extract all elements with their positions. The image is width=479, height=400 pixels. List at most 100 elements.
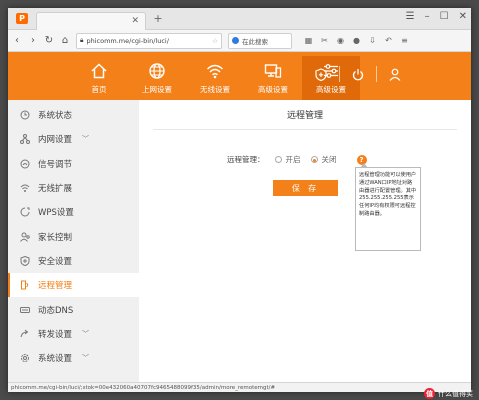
sidebar-item-forward[interactable]: 转发设置 ﹀ bbox=[8, 322, 139, 346]
security-icon bbox=[20, 255, 30, 266]
wifi-icon bbox=[206, 62, 224, 80]
remote-icon bbox=[20, 280, 30, 290]
wps-icon bbox=[20, 207, 30, 217]
chevron-down-icon[interactable]: ﹀ bbox=[82, 329, 89, 339]
address-bar[interactable]: 🔒︎ phicomm.me/cgi-bin/luci/ ☆ bbox=[76, 32, 222, 49]
sidebar-item-parental[interactable]: 家长控制 bbox=[8, 224, 139, 248]
nav-devices[interactable]: 高级设置 bbox=[244, 56, 302, 100]
sidebar-item-wps[interactable]: WPS设置 bbox=[8, 200, 139, 224]
chat-icon[interactable]: ● bbox=[352, 36, 361, 45]
download-icon[interactable]: ⇩ bbox=[368, 36, 377, 45]
reload-icon[interactable]: ↻ bbox=[44, 35, 54, 46]
undo-icon[interactable]: ↶ bbox=[384, 36, 393, 45]
more-icon[interactable]: ≡ bbox=[400, 36, 409, 45]
sidebar-item-lan[interactable]: 内网设置 ﹀ bbox=[8, 127, 139, 151]
toolbar-icons: ▦ ✂ ◉ ● ⇩ ↶ ≡ bbox=[304, 36, 409, 45]
sidebar-item-label: 转发设置 bbox=[38, 329, 73, 340]
remote-mgmt-row: 远程管理： 开启 关闭 ? bbox=[227, 154, 367, 165]
sidebar-item-label: 信号调节 bbox=[38, 159, 73, 170]
nav-home-label: 首页 bbox=[91, 85, 107, 94]
back-icon[interactable]: ‹ bbox=[12, 35, 22, 46]
sidebar: 系统状态 内网设置 ﹀ 信号调节 无线扩展 WPS设置 家长控制 安全设置 远程… bbox=[8, 100, 139, 392]
sidebar-item-label: 无线扩展 bbox=[38, 184, 73, 195]
forward-icon[interactable]: › bbox=[28, 35, 38, 46]
new-tab-button[interactable]: + bbox=[150, 12, 166, 25]
radio-off-label: 关闭 bbox=[321, 155, 337, 164]
sidebar-item-remote[interactable]: 远程管理 bbox=[8, 273, 139, 298]
cut-icon[interactable]: ✂ bbox=[320, 36, 329, 45]
network-icon bbox=[20, 134, 30, 145]
sidebar-item-ddns[interactable]: 动态DNS bbox=[8, 297, 139, 321]
header-divider bbox=[339, 66, 340, 82]
radio-on[interactable]: 开启 bbox=[274, 154, 301, 165]
signal-icon bbox=[20, 159, 30, 169]
close-window-icon[interactable]: ✕ bbox=[459, 11, 467, 22]
header-actions bbox=[315, 66, 401, 82]
nav-home[interactable]: 首页 bbox=[70, 56, 128, 100]
user-icon[interactable] bbox=[389, 68, 401, 81]
router-header: 首页 上网设置 无线设置 高级设置 高级设置 bbox=[8, 52, 471, 100]
tab-bar: P ✕ + ☰ – ☐ ✕ bbox=[8, 8, 471, 30]
chevron-down-icon[interactable]: ﹀ bbox=[82, 134, 89, 144]
help-tooltip: 远程管理功能可以使用户通过WAN口IP地址对路由器进行配置管理。其中255.25… bbox=[355, 163, 421, 251]
search-placeholder: 在此搜索 bbox=[242, 37, 268, 46]
extension-icon[interactable]: ◉ bbox=[336, 36, 345, 45]
home-nav-icon[interactable]: ⌂ bbox=[60, 35, 70, 46]
dns-icon bbox=[20, 305, 30, 315]
nav-devices-label: 高级设置 bbox=[258, 85, 288, 94]
sidebar-item-label: 远程管理 bbox=[38, 281, 73, 292]
radio-off[interactable]: 关闭 bbox=[310, 154, 337, 165]
window-controls: ☰ – ☐ ✕ bbox=[406, 11, 467, 22]
parental-icon bbox=[20, 232, 30, 242]
sidebar-item-label: 家长控制 bbox=[38, 232, 73, 243]
sidebar-item-status[interactable]: 系统状态 bbox=[8, 103, 139, 127]
sidebar-item-label: 动态DNS bbox=[38, 305, 74, 316]
system-icon bbox=[20, 353, 30, 363]
browser-toolbar: ‹ › ↻ ⌂ 🔒︎ phicomm.me/cgi-bin/luci/ ☆ 在此… bbox=[8, 30, 471, 52]
nav-wireless-label: 无线设置 bbox=[200, 85, 230, 94]
globe-icon bbox=[148, 62, 166, 80]
bookmark-star-icon[interactable]: ☆ bbox=[212, 37, 218, 45]
grid-icon[interactable]: ▦ bbox=[304, 36, 313, 45]
nav-wireless[interactable]: 无线设置 bbox=[186, 56, 244, 100]
sidebar-item-label: WPS设置 bbox=[38, 208, 74, 219]
sidebar-item-label: 内网设置 bbox=[38, 135, 73, 146]
logo-badge: P bbox=[16, 13, 28, 24]
sidebar-item-label: 安全设置 bbox=[38, 256, 73, 267]
sidebar-item-security[interactable]: 安全设置 bbox=[8, 249, 139, 273]
search-box[interactable]: 在此搜索 bbox=[228, 32, 292, 49]
address-text: phicomm.me/cgi-bin/luci/ bbox=[86, 36, 169, 45]
browser-tab[interactable]: ✕ bbox=[36, 11, 146, 30]
sidebar-item-extend[interactable]: 无线扩展 bbox=[8, 176, 139, 200]
header-divider bbox=[376, 66, 377, 82]
status-bar: phicomm.me/cgi-bin/luci/;stok=00e432060a… bbox=[8, 382, 471, 392]
remote-mgmt-label: 远程管理： bbox=[227, 155, 265, 164]
tab-close-icon[interactable]: ✕ bbox=[131, 16, 139, 26]
shield-plus-icon[interactable] bbox=[315, 67, 327, 81]
nav-advanced-label: 高级设置 bbox=[316, 85, 346, 94]
page-title: 远程管理 bbox=[153, 100, 457, 130]
browser-logo[interactable]: P bbox=[8, 8, 36, 30]
menu-icon[interactable]: ☰ bbox=[406, 11, 415, 22]
sidebar-item-signal[interactable]: 信号调节 bbox=[8, 152, 139, 176]
radio-on-circle[interactable] bbox=[274, 156, 282, 163]
save-button[interactable]: 保 存 bbox=[273, 180, 338, 196]
nav-internet[interactable]: 上网设置 bbox=[128, 56, 186, 100]
browser-window: P ✕ + ☰ – ☐ ✕ ‹ › ↻ ⌂ 🔒︎ phicomm.me/cgi-… bbox=[8, 8, 471, 392]
power-icon[interactable] bbox=[352, 68, 364, 81]
radio-on-label: 开启 bbox=[285, 155, 301, 164]
main-panel: 远程管理 远程管理： 开启 关闭 ? 保 存 远程管理功能可以使用户通过WAN口… bbox=[139, 100, 471, 392]
nav-internet-label: 上网设置 bbox=[142, 85, 172, 94]
lock-icon: 🔒︎ bbox=[80, 36, 84, 44]
forward-icon bbox=[20, 329, 30, 339]
minimize-icon[interactable]: – bbox=[425, 11, 430, 22]
radio-off-circle[interactable] bbox=[310, 156, 318, 163]
search-engine-icon bbox=[232, 37, 239, 44]
chevron-down-icon[interactable]: ﹀ bbox=[82, 353, 89, 363]
wifi-extend-icon bbox=[20, 183, 30, 193]
home-icon bbox=[90, 62, 108, 80]
maximize-icon[interactable]: ☐ bbox=[440, 11, 449, 22]
sidebar-item-system[interactable]: 系统设置 ﹀ bbox=[8, 346, 139, 370]
watermark-logo: 值 bbox=[424, 388, 435, 399]
status-icon bbox=[20, 110, 30, 120]
